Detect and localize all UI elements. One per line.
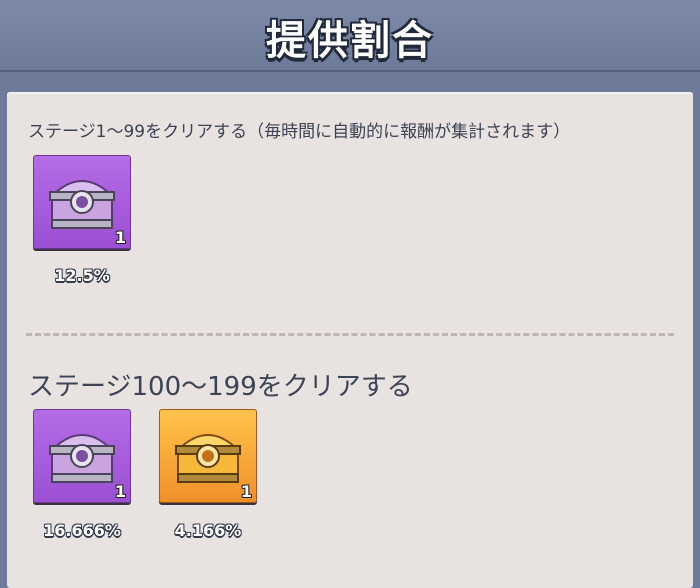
drop-rate-label: 12.5% xyxy=(54,266,110,285)
gold-chest-icon xyxy=(175,434,241,483)
purple-chest-icon xyxy=(49,434,115,483)
purple-chest-icon xyxy=(49,180,115,229)
reward-quantity: 1 xyxy=(240,482,252,501)
reward-tile-purple-chest[interactable]: 1 xyxy=(33,155,131,249)
reward-tile-gold-chest[interactable]: 1 xyxy=(159,409,257,503)
section-title-stage-100-199: ステージ100～199をクリアする xyxy=(28,372,413,402)
drop-rate-label: 16.666% xyxy=(43,521,121,540)
page-title: 提供割合 xyxy=(266,18,434,64)
reward-quantity: 1 xyxy=(114,482,126,501)
reward-tile-purple-chest[interactable]: 1 xyxy=(33,409,131,503)
section-title-stage-1-99: ステージ1～99をクリアする（毎時間に自動的に報酬が集計されます） xyxy=(28,122,571,142)
reward-quantity: 1 xyxy=(114,228,126,247)
drop-rate-label: 4.166% xyxy=(174,521,242,540)
section-divider xyxy=(26,333,674,336)
header-bar: 提供割合 xyxy=(0,0,700,72)
